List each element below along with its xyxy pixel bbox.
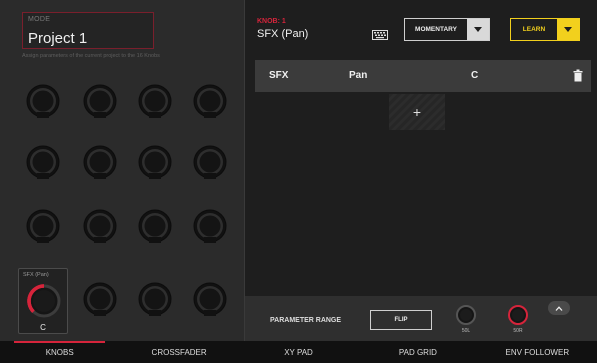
knob-mode-value: MOMENTARY — [415, 26, 457, 33]
tab-pad-grid[interactable]: PAD GRID — [358, 341, 477, 363]
app-window: MODE Project 1 Assign parameters of the … — [0, 0, 597, 363]
knob-3[interactable] — [136, 82, 174, 120]
knob-2[interactable] — [81, 82, 119, 120]
range-max-label: 50R — [513, 328, 523, 334]
knob-15[interactable] — [136, 280, 174, 318]
keyboard-icon[interactable] — [372, 29, 388, 41]
param-name: Pan — [349, 70, 368, 81]
tab-env-follower[interactable]: ENV FOLLOWER — [478, 341, 597, 363]
parameter-row[interactable]: SFX Pan C — [255, 60, 591, 92]
range-min-knob[interactable] — [455, 304, 477, 326]
range-min-label: 50L — [461, 328, 471, 334]
parameter-range-label: PARAMETER RANGE — [270, 317, 342, 324]
param-value: C — [471, 70, 479, 81]
knob-name: SFX (Pan) — [257, 28, 309, 40]
mode-label: MODE — [28, 16, 51, 23]
trash-icon[interactable] — [573, 69, 583, 82]
knob-overview-panel: MODE Project 1 Assign parameters of the … — [0, 0, 244, 341]
selected-knob-title: SFX (Pan) — [23, 272, 49, 278]
knob-5[interactable] — [24, 143, 62, 181]
knob-10[interactable] — [81, 207, 119, 245]
knob-16[interactable] — [191, 280, 229, 318]
selected-knob-value: C — [40, 323, 46, 332]
param-track: SFX — [269, 70, 289, 81]
knob-4[interactable] — [191, 82, 229, 120]
knob-1[interactable] — [24, 82, 62, 120]
parameter-range-bar: PARAMETER RANGE FLIP 50L 50R — [245, 296, 597, 341]
tab-knobs[interactable]: KNOBS — [0, 341, 119, 363]
flip-button[interactable]: FLIP — [370, 310, 432, 330]
mode-value: Project 1 — [28, 30, 88, 47]
knob-11[interactable] — [136, 207, 174, 245]
learn-label: LEARN — [522, 26, 546, 33]
knob-14[interactable] — [81, 280, 119, 318]
chevron-down-icon — [557, 19, 579, 40]
knob-7[interactable] — [136, 143, 174, 181]
knob-editor-panel: KNOB: 1 SFX (Pan) MOMENTARY LEARN SFX Pa… — [245, 0, 597, 341]
selected-knob-slot[interactable]: SFX (Pan) C — [18, 268, 68, 334]
assign-hint: Assign parameters of the current project… — [22, 53, 160, 59]
learn-button[interactable]: LEARN — [510, 18, 580, 41]
tab-xy-pad[interactable]: XY PAD — [239, 341, 358, 363]
knob-6[interactable] — [81, 143, 119, 181]
knob-number: KNOB: 1 — [257, 18, 286, 25]
knob-mode-dropdown[interactable]: MOMENTARY — [404, 18, 490, 41]
add-parameter-button[interactable]: + — [389, 94, 445, 130]
chevron-up-icon — [555, 305, 563, 311]
knob-12[interactable] — [191, 207, 229, 245]
collapse-button[interactable] — [548, 301, 570, 315]
range-max-knob[interactable] — [507, 304, 529, 326]
knob-8[interactable] — [191, 143, 229, 181]
bottom-tab-bar: KNOBS CROSSFADER XY PAD PAD GRID ENV FOL… — [0, 341, 597, 363]
chevron-down-icon — [467, 19, 489, 40]
tab-crossfader[interactable]: CROSSFADER — [119, 341, 238, 363]
knob-icon — [27, 284, 61, 318]
knob-9[interactable] — [24, 207, 62, 245]
mode-selector[interactable]: MODE Project 1 — [22, 12, 154, 49]
